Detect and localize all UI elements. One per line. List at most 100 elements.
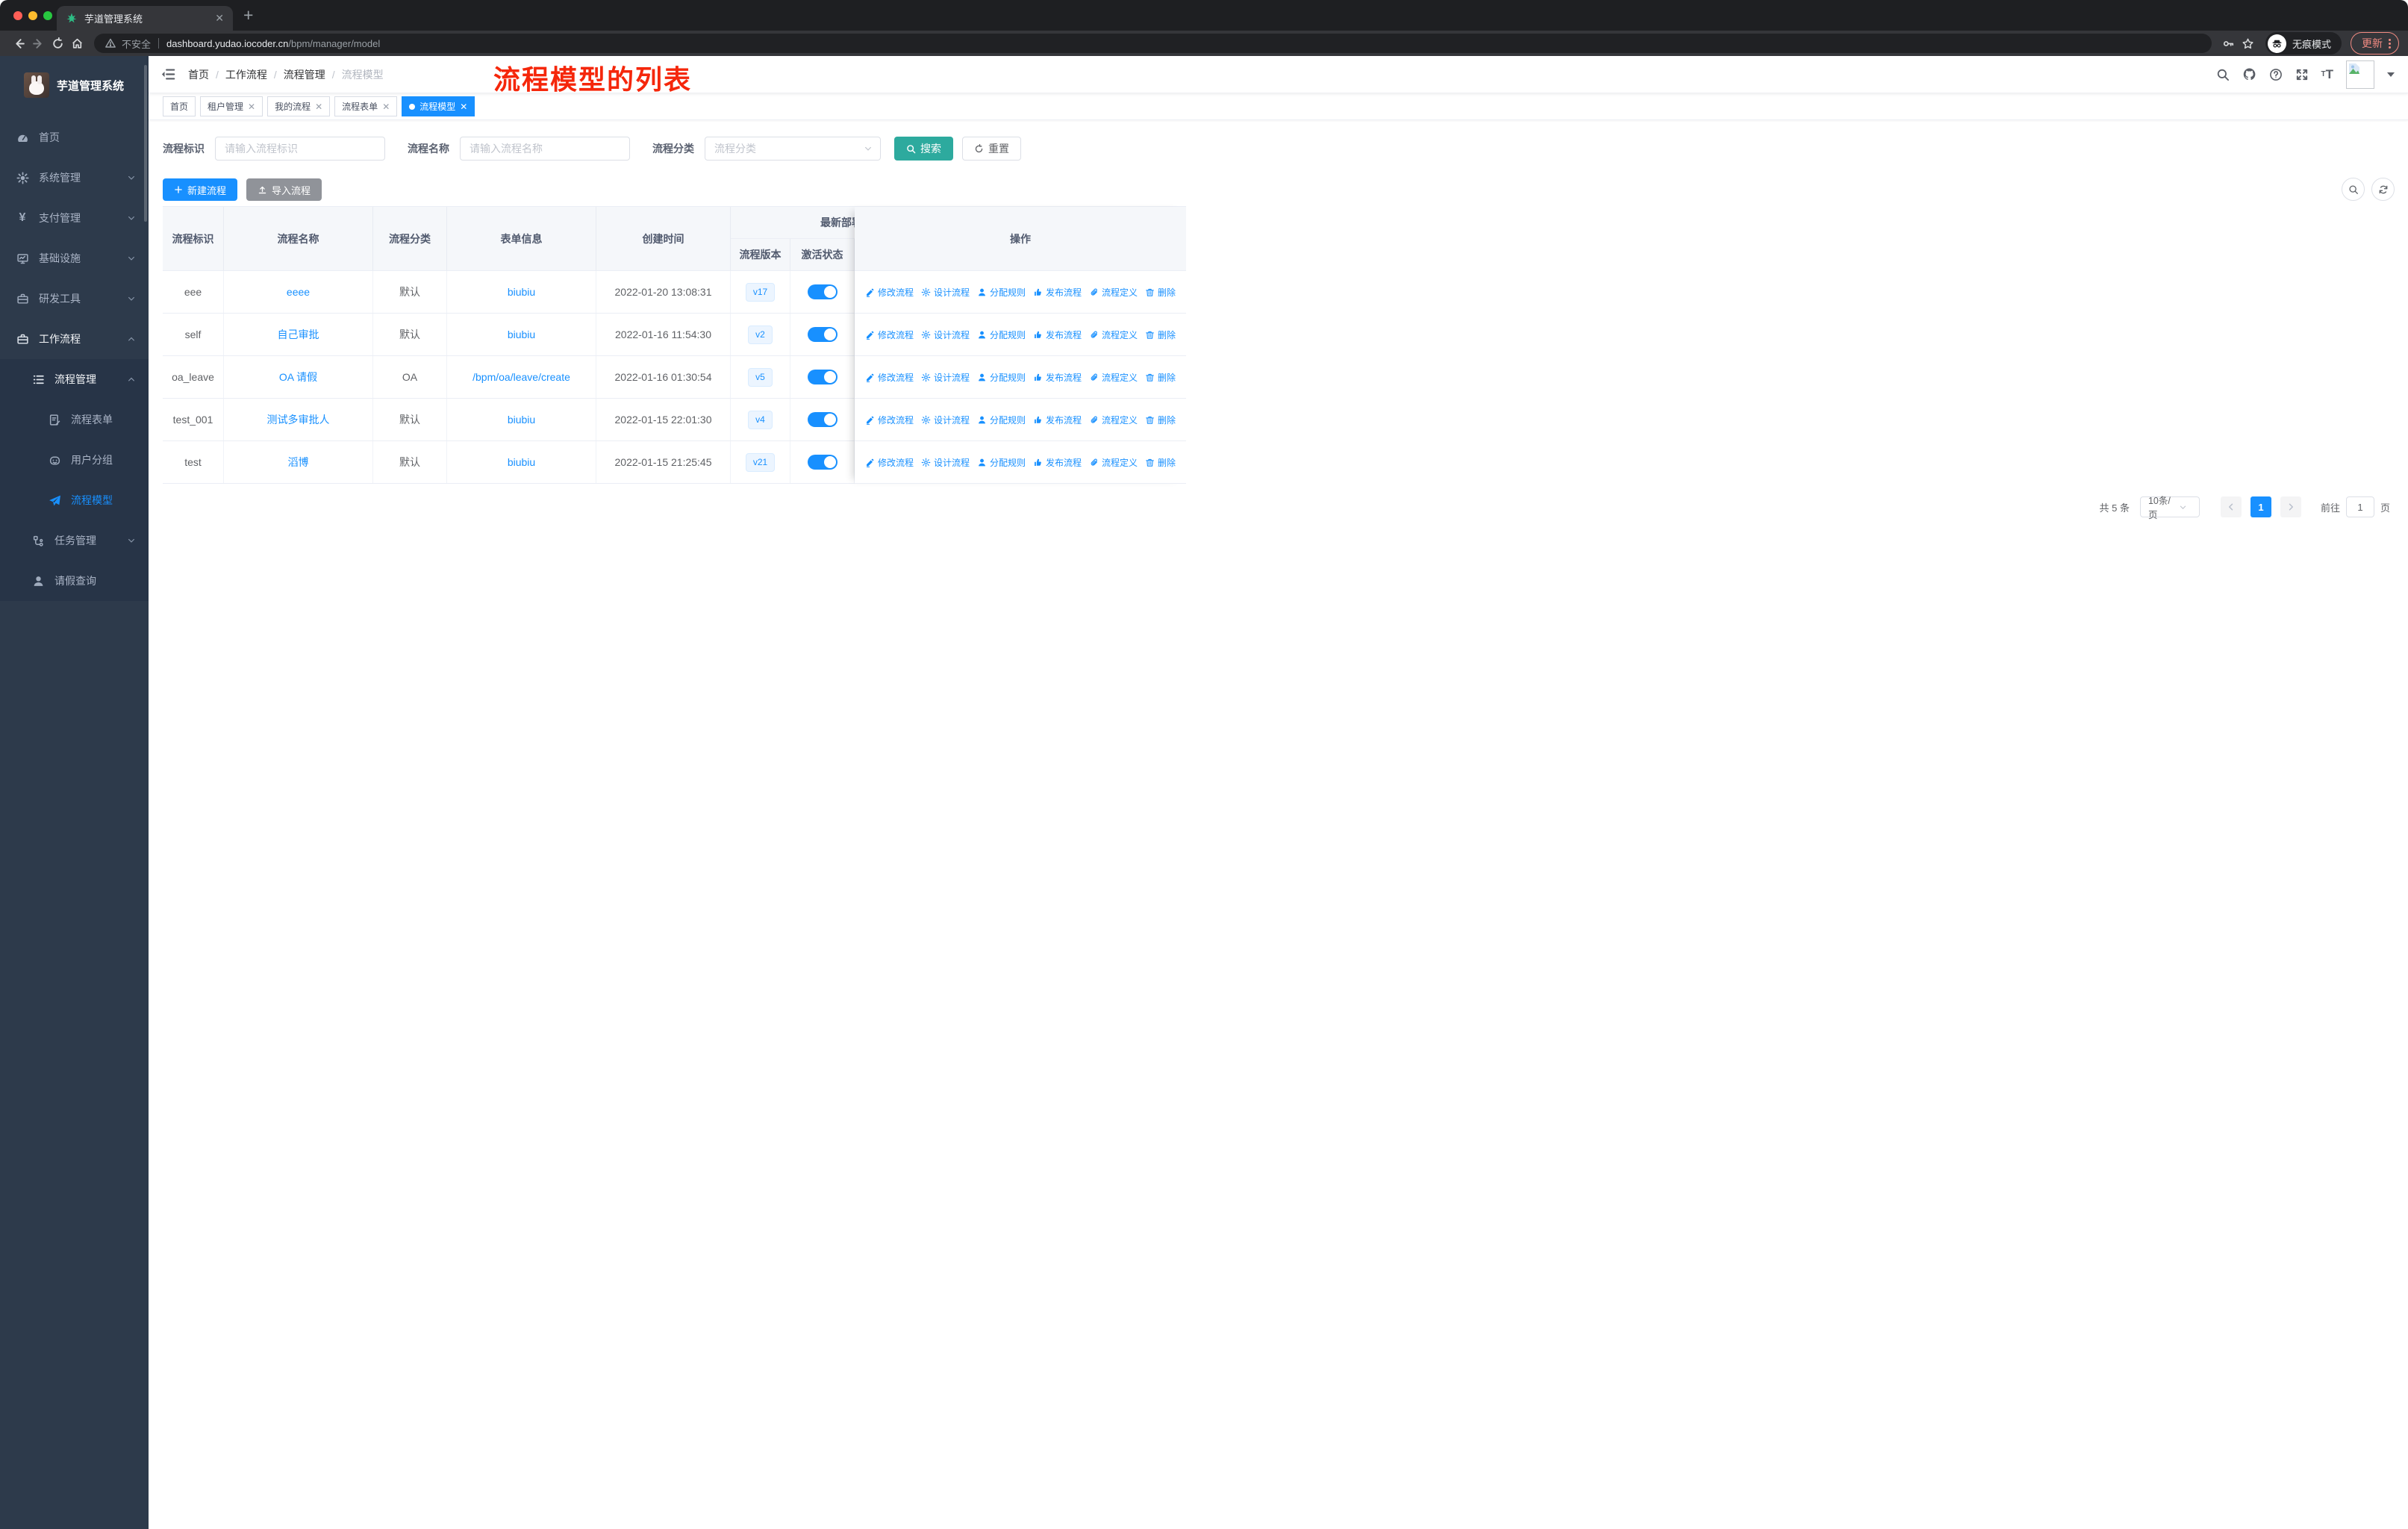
process-name-link[interactable]: 滔博 (288, 455, 309, 470)
tag-home[interactable]: 首页 (163, 96, 196, 116)
new-tab-button[interactable]: + (243, 5, 253, 25)
modify-process-link[interactable]: 修改流程 (865, 414, 914, 426)
prev-page-button[interactable] (2220, 496, 2242, 517)
sidebar-collapse-icon[interactable] (161, 67, 175, 81)
breadcrumb-home[interactable]: 首页 (188, 67, 209, 82)
active-toggle[interactable] (807, 327, 838, 342)
sidebar-item-workflow[interactable]: 工作流程 (0, 319, 149, 359)
modify-process-link[interactable]: 修改流程 (865, 286, 914, 299)
search-icon[interactable] (2216, 68, 2230, 81)
design-process-link[interactable]: 设计流程 (921, 414, 970, 426)
active-toggle[interactable] (807, 412, 838, 427)
assign-rule-link[interactable]: 分配规则 (977, 414, 1026, 426)
sidebar-item-payment[interactable]: ¥ 支付管理 (0, 198, 149, 238)
home-icon[interactable] (67, 34, 87, 53)
user-avatar[interactable] (2346, 60, 2374, 89)
create-process-button[interactable]: 新建流程 (163, 178, 238, 201)
close-icon[interactable]: ✕ (315, 102, 322, 112)
close-icon[interactable]: ✕ (460, 102, 467, 112)
browser-update-button[interactable]: 更新 (2351, 32, 2399, 55)
publish-process-link[interactable]: 发布流程 (1033, 456, 1082, 469)
assign-rule-link[interactable]: 分配规则 (977, 456, 1026, 469)
browser-menu-icon[interactable] (2389, 38, 2391, 49)
process-definition-link[interactable]: 流程定义 (1089, 286, 1138, 299)
next-page-button[interactable] (2280, 496, 2301, 517)
search-button[interactable]: 搜索 (894, 137, 953, 161)
delete-link[interactable]: 删除 (1145, 456, 1176, 469)
active-toggle[interactable] (807, 370, 838, 384)
tag-tenant[interactable]: 租户管理 ✕ (200, 96, 263, 116)
modify-process-link[interactable]: 修改流程 (865, 371, 914, 384)
process-name-link[interactable]: 自己审批 (278, 327, 319, 342)
fullscreen-icon[interactable] (2295, 68, 2309, 81)
active-toggle[interactable] (807, 284, 838, 299)
process-definition-link[interactable]: 流程定义 (1089, 371, 1138, 384)
window-zoom-button[interactable] (43, 11, 52, 20)
sidebar-logo[interactable]: 芋道管理系统 (0, 56, 149, 108)
assign-rule-link[interactable]: 分配规则 (977, 371, 1026, 384)
publish-process-link[interactable]: 发布流程 (1033, 286, 1082, 299)
sidebar-item-devtools[interactable]: 研发工具 (0, 278, 149, 319)
publish-process-link[interactable]: 发布流程 (1033, 328, 1082, 341)
form-info-link[interactable]: biubiu (508, 456, 535, 468)
tag-process-model[interactable]: 流程模型 ✕ (402, 96, 475, 116)
refresh-table-icon[interactable] (2371, 178, 2395, 201)
sidebar-item-leave-query[interactable]: 请假查询 (0, 561, 149, 601)
process-name-link[interactable]: eeee (287, 286, 310, 298)
sidebar-item-task-mgmt[interactable]: 任务管理 (0, 520, 149, 561)
avatar-caret-icon[interactable] (2387, 72, 2395, 77)
security-warning-icon[interactable] (105, 37, 116, 49)
close-icon[interactable]: ✕ (382, 102, 390, 112)
assign-rule-link[interactable]: 分配规则 (977, 328, 1026, 341)
process-definition-link[interactable]: 流程定义 (1089, 414, 1138, 426)
bookmark-star-icon[interactable] (2239, 34, 2258, 53)
sidebar-item-user-group[interactable]: 用户分组 (0, 440, 149, 480)
delete-link[interactable]: 删除 (1145, 328, 1176, 341)
close-icon[interactable]: ✕ (248, 102, 255, 112)
back-icon[interactable] (9, 34, 28, 53)
process-id-input[interactable] (215, 137, 385, 161)
process-definition-link[interactable]: 流程定义 (1089, 328, 1138, 341)
window-close-button[interactable] (13, 11, 22, 20)
sidebar-item-home[interactable]: 首页 (0, 117, 149, 158)
goto-page-input[interactable] (2345, 496, 2374, 517)
modify-process-link[interactable]: 修改流程 (865, 456, 914, 469)
publish-process-link[interactable]: 发布流程 (1033, 371, 1082, 384)
sidebar-item-process-model[interactable]: 流程模型 (0, 480, 149, 520)
sidebar-scrollbar[interactable] (144, 65, 147, 222)
page-1-button[interactable]: 1 (2250, 496, 2271, 517)
url-bar[interactable]: 不安全 dashboard.yudao.iocoder.cn/bpm/manag… (94, 34, 2212, 53)
breadcrumb-process-mgmt[interactable]: 流程管理 (284, 67, 325, 82)
process-category-select[interactable]: 流程分类 (705, 137, 881, 161)
hide-search-icon[interactable] (2342, 178, 2365, 201)
design-process-link[interactable]: 设计流程 (921, 371, 970, 384)
breadcrumb-workflow[interactable]: 工作流程 (225, 67, 267, 82)
modify-process-link[interactable]: 修改流程 (865, 328, 914, 341)
forward-icon[interactable] (28, 34, 48, 53)
form-info-link[interactable]: biubiu (508, 414, 535, 426)
active-toggle[interactable] (807, 455, 838, 470)
delete-link[interactable]: 删除 (1145, 414, 1176, 426)
delete-link[interactable]: 删除 (1145, 286, 1176, 299)
github-icon[interactable] (2242, 67, 2256, 81)
publish-process-link[interactable]: 发布流程 (1033, 414, 1082, 426)
reset-button[interactable]: 重置 (962, 137, 1021, 161)
page-size-select[interactable]: 10条/页 (2139, 496, 2200, 520)
window-minimize-button[interactable] (28, 11, 37, 20)
process-name-link[interactable]: 测试多审批人 (267, 412, 330, 427)
design-process-link[interactable]: 设计流程 (921, 328, 970, 341)
process-name-link[interactable]: OA 请假 (279, 370, 317, 384)
key-icon[interactable] (2219, 34, 2239, 53)
tag-my-process[interactable]: 我的流程 ✕ (267, 96, 331, 116)
delete-link[interactable]: 删除 (1145, 371, 1176, 384)
tab-close-icon[interactable]: ✕ (215, 12, 224, 25)
tag-process-form[interactable]: 流程表单 ✕ (334, 96, 398, 116)
browser-tab[interactable]: 芋道管理系统 ✕ (57, 6, 233, 31)
design-process-link[interactable]: 设计流程 (921, 456, 970, 469)
process-name-input[interactable] (460, 137, 630, 161)
font-size-icon[interactable]: TT (2321, 68, 2334, 81)
design-process-link[interactable]: 设计流程 (921, 286, 970, 299)
sidebar-item-process-form[interactable]: 流程表单 (0, 399, 149, 440)
form-info-link[interactable]: /bpm/oa/leave/create (472, 371, 570, 383)
process-definition-link[interactable]: 流程定义 (1089, 456, 1138, 469)
